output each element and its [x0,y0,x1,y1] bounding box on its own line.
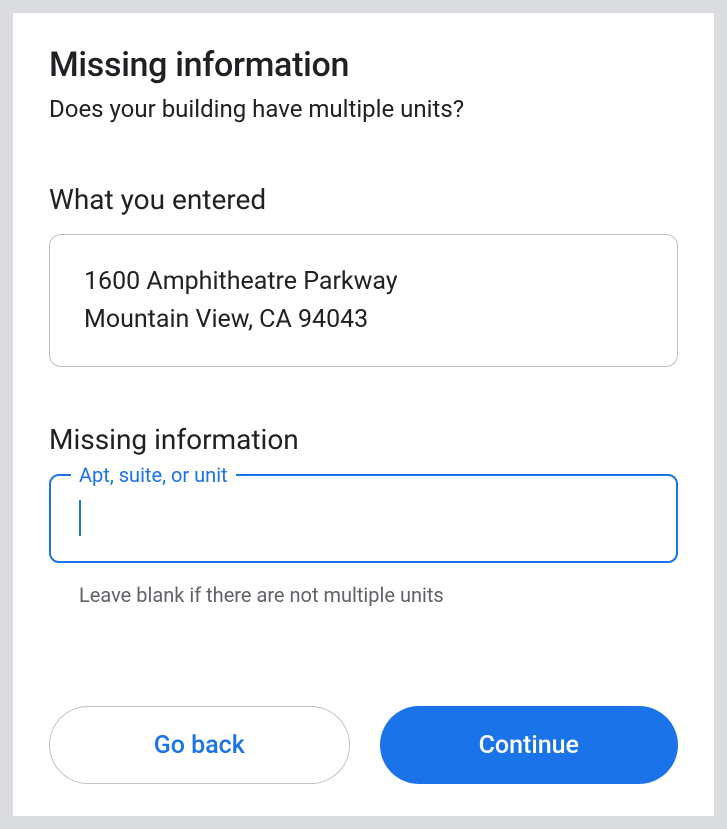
missing-section-label: Missing information [49,423,678,456]
entered-address-box: 1600 Amphitheatre Parkway Mountain View,… [49,234,678,367]
unit-input[interactable] [49,474,678,563]
unit-field-label: Apt, suite, or unit [71,463,236,487]
go-back-button[interactable]: Go back [49,706,350,784]
address-line-2: Mountain View, CA 94043 [84,301,643,339]
dialog-title: Missing information [49,45,678,85]
dialog-subtitle: Does your building have multiple units? [49,95,678,123]
button-row: Go back Continue [49,706,678,784]
unit-helper-text: Leave blank if there are not multiple un… [79,583,678,607]
continue-button[interactable]: Continue [380,706,679,784]
missing-information-dialog: Missing information Does your building h… [12,12,715,817]
unit-input-wrapper: Apt, suite, or unit [49,474,678,563]
address-line-1: 1600 Amphitheatre Parkway [84,263,643,301]
entered-section-label: What you entered [49,183,678,216]
text-cursor [79,500,81,536]
